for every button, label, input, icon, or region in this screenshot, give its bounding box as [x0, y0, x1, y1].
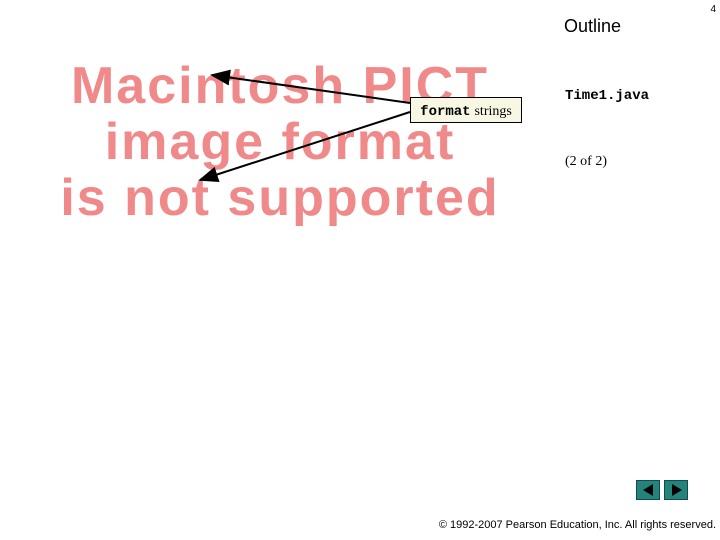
copyright-footer: © 1992-2007 Pearson Education, Inc. All …	[438, 519, 716, 531]
unsupported-image-placeholder: Macintosh PICT image format is not suppo…	[0, 56, 560, 228]
placeholder-line-3: is not supported	[60, 169, 500, 227]
outline-file-name: Time1.java	[565, 88, 650, 104]
page-number: 4	[710, 4, 716, 15]
previous-slide-button[interactable]	[636, 480, 660, 500]
outline-part-label: (2 of 2)	[565, 154, 607, 169]
next-slide-button[interactable]	[664, 480, 688, 500]
outline-title[interactable]: Outline	[564, 16, 621, 37]
callout-code: format	[420, 104, 471, 120]
callout-text: strings	[474, 104, 512, 119]
format-strings-callout: format strings	[410, 97, 522, 123]
